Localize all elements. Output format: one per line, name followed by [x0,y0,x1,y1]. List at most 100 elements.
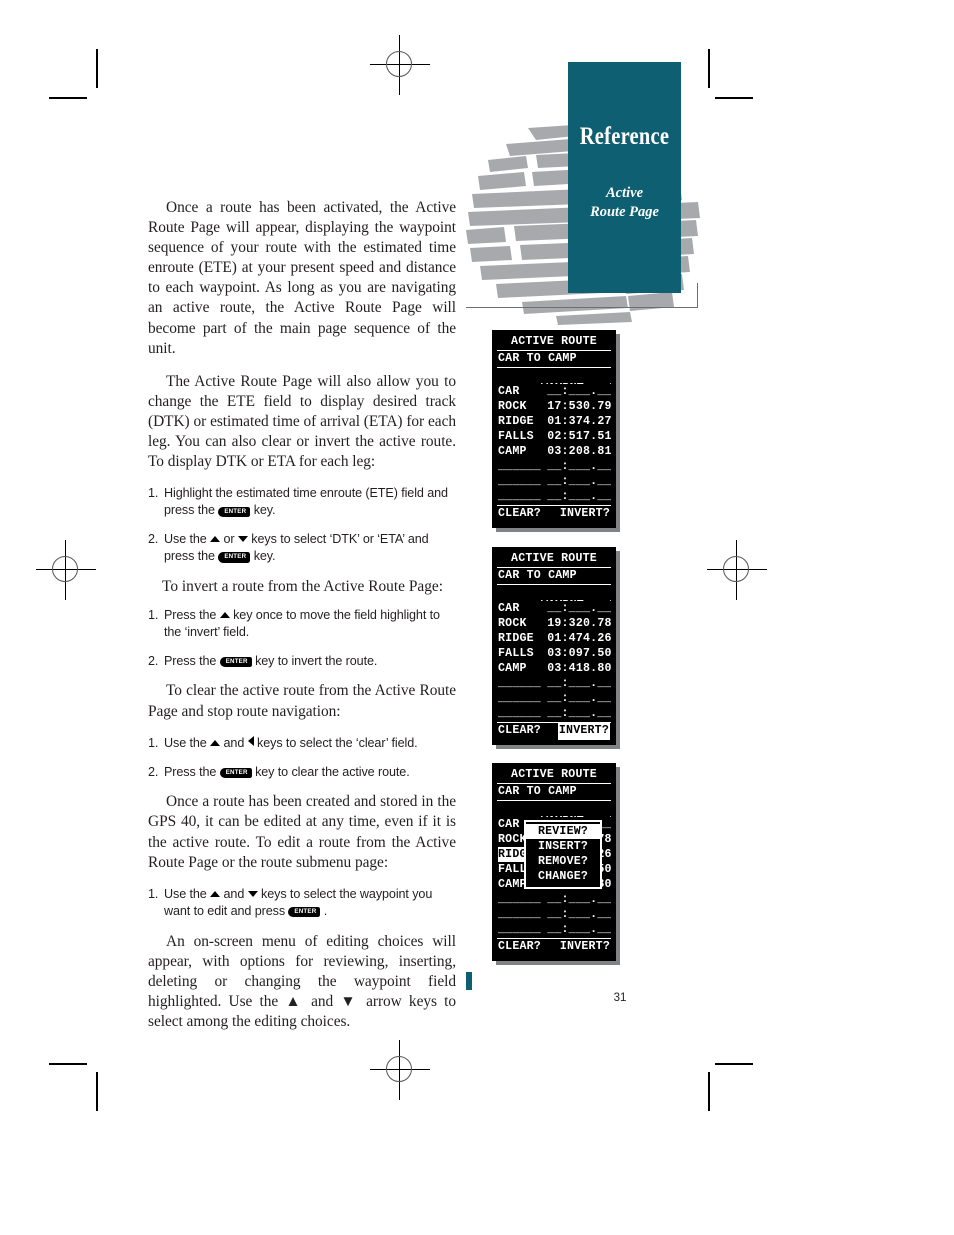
clear-field[interactable]: CLEAR? [498,723,541,740]
cell-ete: 03:09 [547,647,583,660]
arrow-up-icon [210,535,221,542]
step-text-cont: or [220,531,238,546]
crop-mark-top-left-h [49,97,87,99]
cell-waypoint: ______ [498,707,541,720]
menu-item-insert[interactable]: INSERT? [526,839,600,854]
cell-dis: _.__ [583,490,611,503]
step-text-cont: key. [250,548,276,563]
step-text-cont: and [220,886,248,901]
table-row-empty: ______ __:__ _.__ [497,922,611,937]
cell-dis: 4.26 [583,632,611,645]
menu-item-review[interactable]: REVIEW? [526,824,600,839]
gps-screen-1: ACTIVE ROUTE CAR TO CAMP WAYPNTETEDIS CA… [492,330,620,532]
header-rule-horizontal [466,307,698,309]
crop-mark-bottom-right-v [708,1072,710,1111]
cell-waypoint: ______ [498,923,541,936]
cell-dis: _.__ [583,677,611,690]
step-number: 2. [148,764,159,779]
header-rule-vertical [696,283,698,308]
step-text: Press the [164,764,220,779]
step-item: 1. Press the key once to move the field h… [148,607,456,641]
table-row-empty: ______ __:__ _.__ [497,892,611,907]
step-text: Use the [164,531,211,546]
cell-ete: 02:51 [547,430,583,443]
step-text-cont: key to invert the route. [251,653,378,668]
lcd-route-name: CAR TO CAMP [497,351,611,368]
registration-circle [386,51,412,77]
page-number: 31 [613,992,627,1004]
crop-mark-top-right-v [708,49,710,88]
cell-ete: __:__ [547,460,583,473]
paragraph-edit-intro: Once a route has been created and stored… [148,793,456,871]
editing-options-menu: REVIEW? INSERT? REMOVE? CHANGE? [524,820,602,889]
menu-item-remove[interactable]: REMOVE? [526,854,600,869]
table-row: FALLS 03:097.50 [497,646,611,661]
enter-key-icon: ENTER [288,907,321,918]
registration-mark-top [370,35,430,95]
step-item: 2. Press the ENTER key to invert the rout… [148,653,456,670]
cell-ete: 17:53 [547,400,583,413]
step-text-cont: and [220,735,248,750]
crop-mark-top-left-v [96,49,98,88]
table-row-empty: ______ __:__ _.__ [497,676,611,691]
step-text-cont: key. [250,503,276,518]
cell-ete: __:__ [547,602,583,615]
paragraph-intro: Once a route has been activated, the Act… [148,199,456,357]
table-row: CAMP 03:20 8.81 [497,444,611,459]
lcd-title: ACTIVE ROUTE [497,551,611,568]
step-number: 1. [148,607,159,622]
lcd-display: ACTIVE ROUTE CAR TO CAMP WAYPNTETEDIS CA… [492,763,616,961]
cell-ete: __:__ [547,692,583,705]
cell-dis: _.__ [583,908,611,921]
table-row: CAR __:___.__ [497,384,611,399]
cell-waypoint: FALLS [498,430,534,443]
table-row: CAR __:___.__ [497,601,611,616]
cell-dis: _.__ [583,923,611,936]
cell-waypoint: ROCK [498,400,527,413]
paragraph-editing-menu: An on-screen menu of editing choices wil… [148,932,456,1030]
cell-waypoint: CAR [498,602,520,615]
table-row-empty: ______ __:__ _.__ [497,907,611,922]
crop-mark-bottom-left-v [96,1072,98,1111]
cell-dis: 8.80 [583,662,611,675]
step-number: 2. [148,653,159,668]
gps-screen-3: ACTIVE ROUTE CAR TO CAMP WAYPNTETEDIS CA… [492,763,620,965]
table-row-empty: ______ __:__ _.__ [497,474,611,489]
cell-waypoint: ______ [498,677,541,690]
cell-waypoint: RIDGE [498,415,534,428]
section-title: Reference [579,123,670,150]
clear-field[interactable]: CLEAR? [498,939,541,956]
lcd-route-name: CAR TO CAMP [497,784,611,801]
cell-ete: __:__ [547,893,583,906]
cell-waypoint: ______ [498,893,541,906]
cell-waypoint: ______ [498,692,541,705]
cell-waypoint: CAMP [498,662,527,675]
lcd-column-headers: WAYPNTETEDIS [497,585,611,601]
invert-field[interactable]: INVERT? [560,506,610,523]
cell-dis: _.__ [583,707,611,720]
clear-field[interactable]: CLEAR? [498,506,541,523]
lcd-display: ACTIVE ROUTE CAR TO CAMP WAYPNTETEDIS CA… [492,330,616,528]
cell-dis: _.__ [583,893,611,906]
cell-waypoint: ______ [498,490,541,503]
step-number: 1. [148,486,159,501]
cell-waypoint: RIDGE [498,632,534,645]
menu-item-change[interactable]: CHANGE? [526,869,600,884]
paragraph-clear-intro: To clear the active route from the Activ… [148,682,456,720]
cell-dis: 0.78 [583,617,611,630]
invert-field-highlighted[interactable]: INVERT? [557,723,610,740]
cell-waypoint: ______ [498,460,541,473]
table-row: RIDGE 01:37 4.27 [497,414,611,429]
page-subtitle-line1: Active [605,185,644,201]
step-item: 1. Use the and keys to select the waypoin… [148,886,456,920]
steps-list-dtk-eta: 1. Highlight the estimated time enroute (… [148,485,456,565]
arrow-up-icon [219,611,230,618]
paragraph-invert-intro: To invert a route from the Active Route … [162,577,444,595]
steps-list-clear: 1. Use the and keys to select the ‘clear’… [148,735,456,781]
crop-mark-bottom-left-h [49,1063,87,1065]
step-item: 1. Use the and keys to select the ‘clear’… [148,735,456,752]
crop-mark-bottom-right-h [715,1063,753,1065]
invert-field[interactable]: INVERT? [560,939,610,956]
step-text: Press the [164,653,220,668]
steps-list-edit: 1. Use the and keys to select the waypoin… [148,886,456,920]
